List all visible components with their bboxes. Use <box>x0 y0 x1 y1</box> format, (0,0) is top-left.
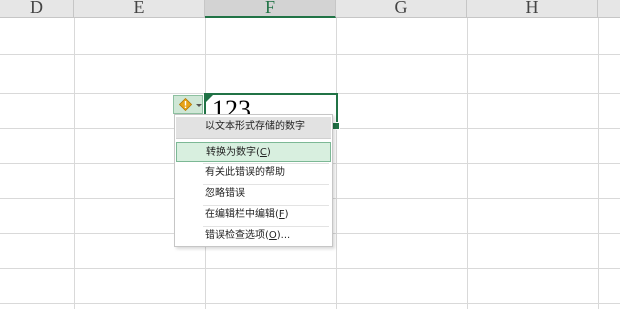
menu-header: 以文本形式存储的数字 <box>176 117 331 139</box>
error-check-button[interactable] <box>173 95 203 114</box>
spreadsheet-grid[interactable]: D E F G H 123 以文本形式存储的数字 转换为数字(C) 有关此错误的… <box>0 0 620 309</box>
menu-item-text: 在编辑栏中编辑( <box>205 209 279 220</box>
column-header-h-label: H <box>525 0 539 17</box>
column-header-e[interactable]: E <box>74 0 205 18</box>
menu-item-text: 转换为数字( <box>206 147 260 158</box>
menu-item-label: 在编辑栏中编辑(F) <box>205 208 289 221</box>
column-header-f-label: F <box>264 0 275 17</box>
menu-item-hotkey: O <box>268 230 277 241</box>
menu-item-text: 有关此错误的帮助 <box>205 167 285 178</box>
gridline-horizontal <box>0 268 620 269</box>
menu-item-suffix: ) <box>266 147 271 158</box>
menu-item-edit-in-formula-bar[interactable]: 在编辑栏中编辑(F) <box>176 205 331 225</box>
menu-item-text: 错误检查选项( <box>205 230 269 241</box>
gridline-horizontal <box>0 303 620 304</box>
menu-item-label: 有关此错误的帮助 <box>205 166 285 179</box>
dropdown-arrow-icon <box>196 104 202 107</box>
fill-handle[interactable] <box>332 122 340 130</box>
column-header-g[interactable]: G <box>336 0 467 18</box>
menu-item-help[interactable]: 有关此错误的帮助 <box>176 163 331 183</box>
warning-diamond-icon <box>179 98 192 111</box>
column-header-e-label: E <box>133 0 145 17</box>
menu-item-text: 忽略错误 <box>205 188 245 199</box>
column-header-next[interactable] <box>598 0 620 18</box>
menu-item-label: 忽略错误 <box>205 187 245 200</box>
menu-header-label: 以文本形式存储的数字 <box>205 121 305 132</box>
menu-item-hotkey: C <box>259 147 267 158</box>
column-header-h[interactable]: H <box>467 0 598 18</box>
menu-item-suffix: ) <box>284 209 289 220</box>
column-header-f[interactable]: F <box>205 0 336 18</box>
column-header-d[interactable]: D <box>0 0 74 18</box>
menu-item-label: 错误检查选项(O)... <box>205 229 290 242</box>
menu-item-error-checking-options[interactable]: 错误检查选项(O)... <box>176 226 331 246</box>
column-header-g-label: G <box>394 0 408 17</box>
menu-item-convert-to-number[interactable]: 转换为数字(C) <box>176 142 331 162</box>
gridline-horizontal <box>0 54 620 55</box>
error-check-menu: 以文本形式存储的数字 转换为数字(C) 有关此错误的帮助 忽略错误 在编辑栏中编… <box>174 114 333 247</box>
menu-item-suffix: )... <box>276 230 291 241</box>
column-header-d-label: D <box>30 0 43 17</box>
menu-item-ignore-error[interactable]: 忽略错误 <box>176 184 331 204</box>
menu-item-label: 转换为数字(C) <box>206 146 271 159</box>
